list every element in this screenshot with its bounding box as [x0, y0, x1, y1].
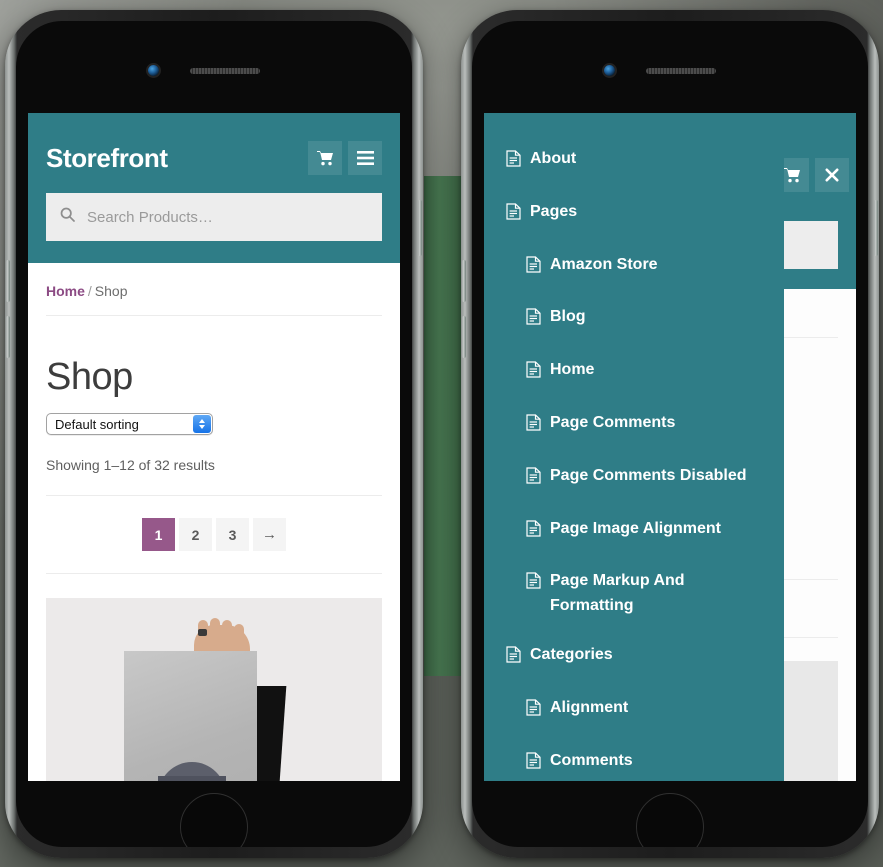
pagination-next-button[interactable]: →	[253, 518, 286, 551]
power-button[interactable]	[418, 200, 422, 256]
volume-button-up-right[interactable]	[462, 260, 466, 302]
menu-item-label: Amazon Store	[550, 255, 658, 273]
menu-button[interactable]	[348, 141, 382, 175]
earpiece-speaker	[190, 68, 260, 74]
storefront-body: Home / Shop Shop Default sorting Showing 1…	[28, 263, 400, 781]
menu-item-label: Page Markup And Formatting	[550, 572, 685, 615]
menu-item-amazon-store[interactable]: Amazon Store	[484, 241, 784, 294]
site-logo[interactable]: Storefront	[46, 143, 168, 174]
breadcrumb-separator: /	[87, 283, 92, 299]
search-input[interactable]	[87, 208, 368, 226]
pagination-page-3[interactable]: 3	[216, 518, 249, 551]
menu-item-page-comments[interactable]: Page Comments	[484, 399, 784, 452]
menu-item-page-comments-disabled[interactable]: Page Comments Disabled	[484, 452, 784, 505]
earpiece-speaker-right	[646, 68, 716, 74]
menu-item-page-markup-and-formatting[interactable]: Page Markup And Formatting	[484, 557, 784, 631]
pagination-page-1[interactable]: 1	[142, 518, 175, 551]
breadcrumb: Home / Shop	[46, 263, 382, 316]
storefront-header: Storefront	[28, 113, 400, 263]
menu-item-label: Categories	[530, 645, 613, 663]
pagination: 1 2 3 →	[46, 518, 382, 574]
document-icon	[526, 572, 541, 598]
document-icon	[526, 255, 541, 282]
breadcrumb-home-link[interactable]: Home	[46, 283, 85, 299]
screen-right: About Pages Amazon Store Blog Home Page Comme…	[484, 113, 856, 781]
home-button[interactable]	[180, 793, 248, 847]
volume-button-down[interactable]	[6, 316, 10, 358]
menu-item-label: Blog	[550, 308, 586, 326]
sorting-dropdown-wrapper[interactable]: Default sorting	[46, 413, 213, 435]
volume-button-up[interactable]	[6, 260, 10, 302]
result-count: Showing 1–12 of 32 results	[46, 457, 382, 496]
close-x-icon	[825, 168, 839, 182]
menu-item-page-image-alignment[interactable]: Page Image Alignment	[484, 505, 784, 558]
home-button-right[interactable]	[636, 793, 704, 847]
menu-item-pages[interactable]: Pages	[484, 188, 784, 241]
shopping-cart-icon	[316, 150, 334, 166]
menu-item-label: About	[530, 150, 577, 167]
close-menu-button[interactable]	[815, 158, 849, 192]
shopping-cart-icon-right	[783, 167, 801, 183]
document-icon	[526, 414, 541, 440]
document-icon	[526, 467, 541, 493]
document-icon	[526, 519, 541, 546]
front-camera-icon-right	[604, 65, 615, 76]
page-title: Shop	[46, 356, 133, 398]
menu-item-comments[interactable]: Comments	[484, 737, 784, 781]
menu-item-blog[interactable]: Blog	[484, 293, 784, 346]
search-bar[interactable]	[46, 193, 382, 241]
front-camera-icon	[148, 65, 159, 76]
phone-left-body: Storefront Search Products… Home / Shop …	[16, 21, 412, 847]
document-icon	[506, 203, 521, 229]
pagination-page-2[interactable]: 2	[179, 518, 212, 551]
search-icon	[60, 207, 75, 227]
phone-right-body: About Pages Amazon Store Blog Home Page Comme…	[472, 21, 868, 847]
document-icon	[526, 751, 541, 778]
document-icon	[506, 150, 521, 176]
menu-item-label: Alignment	[550, 698, 629, 716]
product-image[interactable]	[46, 598, 382, 781]
breadcrumb-current: Shop	[94, 283, 128, 299]
document-icon	[526, 308, 541, 334]
hamburger-menu-icon	[356, 151, 374, 165]
cart-button[interactable]	[308, 141, 342, 175]
menu-item-label: Page Comments	[550, 413, 676, 431]
screen-left: Storefront Search Products… Home / Shop …	[28, 113, 400, 781]
menu-item-label: Page Comments Disabled	[550, 466, 747, 484]
phone-right: About Pages Amazon Store Blog Home Page Comme…	[461, 10, 879, 858]
menu-item-alignment[interactable]: Alignment	[484, 684, 784, 737]
volume-button-down-right[interactable]	[462, 316, 466, 358]
document-icon	[526, 699, 541, 725]
menu-item-label: Comments	[550, 751, 633, 769]
menu-item-categories[interactable]: Categories	[484, 631, 784, 684]
document-icon	[526, 361, 541, 387]
phone-left: Storefront Search Products… Home / Shop …	[5, 10, 423, 858]
green-wall-sliver	[424, 176, 462, 676]
menu-item-about[interactable]: About	[484, 135, 784, 188]
document-icon	[506, 646, 521, 672]
slide-out-menu-panel: About Pages Amazon Store Blog Home Page Comme…	[484, 113, 784, 781]
sorting-dropdown[interactable]: Default sorting	[46, 413, 213, 435]
menu-item-label: Page Image Alignment	[550, 519, 721, 537]
power-button-right[interactable]	[874, 200, 878, 256]
menu-item-label: Home	[550, 361, 595, 379]
menu-item-home[interactable]: Home	[484, 346, 784, 399]
menu-item-label: Pages	[530, 202, 578, 220]
